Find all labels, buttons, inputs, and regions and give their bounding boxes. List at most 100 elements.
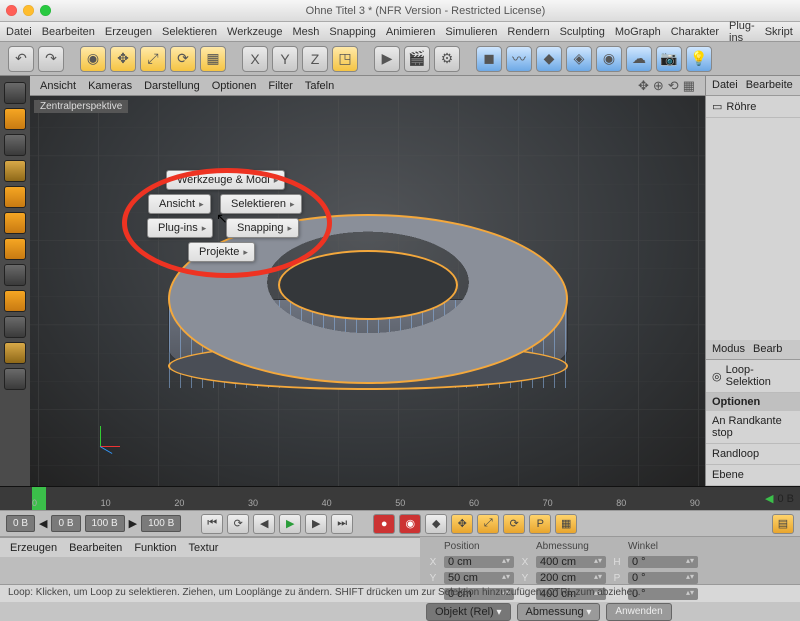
locked-button[interactable]: [4, 342, 26, 364]
pla-key-button[interactable]: ▦: [555, 514, 577, 534]
y-axis-button[interactable]: Y: [272, 46, 298, 72]
workplane-button[interactable]: [4, 160, 26, 182]
dim-y-field[interactable]: 200 cm▴▾: [536, 572, 606, 584]
menu-datei[interactable]: Datei: [6, 26, 32, 38]
model-mode-button[interactable]: [4, 108, 26, 130]
goto-end-button[interactable]: ⏭: [331, 514, 353, 534]
undo-button[interactable]: ↶: [8, 46, 34, 72]
autokey-button[interactable]: ◉: [399, 514, 421, 534]
timeline-ruler[interactable]: 0102030405060708090 ◀0 B: [0, 486, 800, 510]
ctx-werkzeuge-modi[interactable]: Werkzeuge & Modi▸: [166, 170, 285, 190]
next-frame-button[interactable]: ▶: [305, 514, 327, 534]
tab-erzeugen[interactable]: Erzeugen: [10, 542, 57, 554]
menu-werkzeuge[interactable]: Werkzeuge: [227, 26, 282, 38]
current-frame-field[interactable]: 0 B: [51, 515, 80, 532]
workplane2-button[interactable]: [4, 316, 26, 338]
scale-key-button[interactable]: ⤢: [477, 514, 499, 534]
camera-button[interactable]: 📷: [656, 46, 682, 72]
zoom-window-icon[interactable]: [40, 5, 51, 16]
view-tafeln[interactable]: Tafeln: [305, 80, 334, 92]
menu-sculpting[interactable]: Sculpting: [560, 26, 605, 38]
preview-end-field[interactable]: 100 B: [141, 515, 181, 532]
menu-snapping[interactable]: Snapping: [329, 26, 376, 38]
preview-start-field[interactable]: 0 B: [6, 515, 35, 532]
menu-simulieren[interactable]: Simulieren: [445, 26, 497, 38]
generator2-button[interactable]: ◈: [566, 46, 592, 72]
loop-button[interactable]: ⟳: [227, 514, 249, 534]
view-ansicht[interactable]: Ansicht: [40, 80, 76, 92]
menu-charakter[interactable]: Charakter: [671, 26, 719, 38]
z-axis-button[interactable]: Z: [302, 46, 328, 72]
tab-bearbeiten[interactable]: Bearbeiten: [69, 542, 122, 554]
ang-p-field[interactable]: 0 °▴▾: [628, 572, 698, 584]
dim-x-field[interactable]: 400 cm▴▾: [536, 556, 606, 568]
points-mode-button[interactable]: [4, 186, 26, 208]
polygons-mode-button[interactable]: [4, 238, 26, 260]
tab-funktion[interactable]: Funktion: [134, 542, 176, 554]
recent-tool-button[interactable]: ▦: [200, 46, 226, 72]
goto-start-button[interactable]: ⏮: [201, 514, 223, 534]
object-row[interactable]: ▭ Röhre: [706, 96, 800, 118]
menu-animieren[interactable]: Animieren: [386, 26, 436, 38]
scale-button[interactable]: ⤢: [140, 46, 166, 72]
x-axis-button[interactable]: X: [242, 46, 268, 72]
coord-system-button[interactable]: ◳: [332, 46, 358, 72]
menu-erzeugen[interactable]: Erzeugen: [105, 26, 152, 38]
ang-h-field[interactable]: 0 °▴▾: [628, 556, 698, 568]
menu-rendern[interactable]: Rendern: [507, 26, 549, 38]
pos-key-button[interactable]: ✥: [451, 514, 473, 534]
rot-key-button[interactable]: ⟳: [503, 514, 525, 534]
nav-zoom-icon[interactable]: ⊕: [653, 78, 664, 94]
menu-mograph[interactable]: MoGraph: [615, 26, 661, 38]
prev-frame-button[interactable]: ◀: [253, 514, 275, 534]
view-optionen[interactable]: Optionen: [212, 80, 257, 92]
ctx-snapping[interactable]: Snapping▸: [226, 218, 299, 238]
live-select-button[interactable]: ◉: [80, 46, 106, 72]
rotate-button[interactable]: ⟳: [170, 46, 196, 72]
light-button[interactable]: 💡: [686, 46, 712, 72]
nav-layout-icon[interactable]: ▦: [683, 78, 695, 94]
render-view-button[interactable]: ▶: [374, 46, 400, 72]
view-filter[interactable]: Filter: [268, 80, 292, 92]
nav-rotate-icon[interactable]: ⟲: [668, 78, 679, 94]
menu-selektieren[interactable]: Selektieren: [162, 26, 217, 38]
generator-button[interactable]: ◆: [536, 46, 562, 72]
close-window-icon[interactable]: [6, 5, 17, 16]
spline-button[interactable]: 〰: [506, 46, 532, 72]
menu-mesh[interactable]: Mesh: [292, 26, 319, 38]
opt-ebene[interactable]: Ebene: [706, 465, 800, 486]
record-button[interactable]: ●: [373, 514, 395, 534]
param-key-button[interactable]: P: [529, 514, 551, 534]
cube-primitive-button[interactable]: ◼: [476, 46, 502, 72]
menu-bearbeiten[interactable]: Bearbeiten: [42, 26, 95, 38]
minimize-window-icon[interactable]: [23, 5, 34, 16]
texture-mode-button[interactable]: [4, 134, 26, 156]
project-end-field[interactable]: 100 B: [85, 515, 125, 532]
axis-mode-button[interactable]: [4, 264, 26, 286]
pos-y-field[interactable]: 50 cm▴▾: [444, 572, 514, 584]
opt-randkante[interactable]: An Randkante stop: [706, 411, 800, 444]
redo-button[interactable]: ↷: [38, 46, 64, 72]
coord-mode-select[interactable]: Objekt (Rel) ▾: [426, 603, 511, 621]
edges-mode-button[interactable]: [4, 212, 26, 234]
view-kameras[interactable]: Kameras: [88, 80, 132, 92]
om-tab-bearbeiten[interactable]: Bearbeite: [746, 79, 793, 92]
nav-pan-icon[interactable]: ✥: [638, 78, 649, 94]
tab-textur[interactable]: Textur: [189, 542, 219, 554]
pos-x-field[interactable]: 0 cm▴▾: [444, 556, 514, 568]
ctx-projekte[interactable]: Projekte▸: [188, 242, 255, 262]
ctx-plugins[interactable]: Plug-ins▸: [147, 218, 213, 238]
keyframe-sel-button[interactable]: ◆: [425, 514, 447, 534]
viewport-solo-button[interactable]: [4, 368, 26, 390]
torus-object[interactable]: [168, 214, 568, 384]
am-tab-bearbeiten[interactable]: Bearb: [753, 343, 782, 356]
environment-button[interactable]: ☁: [626, 46, 652, 72]
ctx-selektieren[interactable]: Selektieren▸: [220, 194, 302, 214]
dim-mode-select[interactable]: Abmessung ▾: [517, 603, 601, 621]
menu-skript[interactable]: Skript: [765, 26, 793, 38]
menu-plugins[interactable]: Plug-ins: [729, 20, 755, 44]
om-tab-datei[interactable]: Datei: [712, 79, 738, 92]
am-tab-modus[interactable]: Modus: [712, 343, 745, 356]
render-settings-button[interactable]: ⚙: [434, 46, 460, 72]
opt-randloop[interactable]: Randloop: [706, 444, 800, 465]
